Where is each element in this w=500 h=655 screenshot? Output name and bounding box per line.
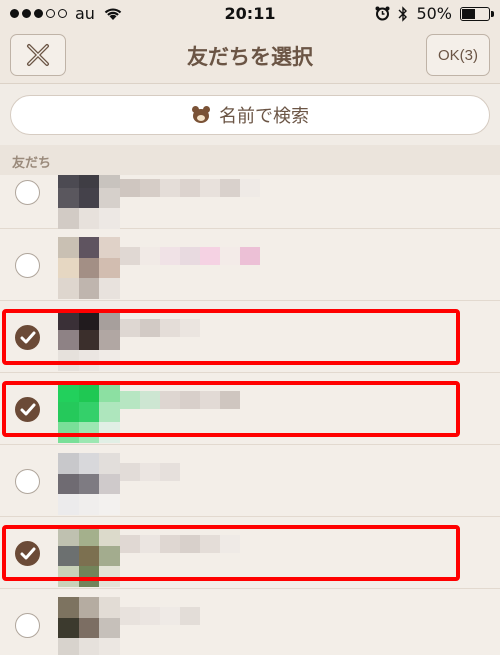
checked-radio-icon[interactable]: [15, 325, 40, 350]
friend-name-blurred: [120, 319, 200, 355]
friend-row[interactable]: [0, 517, 500, 589]
friend-name-blurred: [120, 179, 260, 215]
bluetooth-icon: [398, 5, 408, 22]
friend-name-blurred: [120, 463, 180, 499]
battery-icon: [460, 6, 494, 21]
friend-name-blurred: [120, 607, 200, 643]
friend-avatar: [58, 309, 120, 371]
friend-row[interactable]: [0, 229, 500, 301]
status-bar: au 20:11 50%: [0, 0, 500, 28]
alarm-clock-icon: [375, 6, 390, 21]
friend-avatar: [58, 525, 120, 587]
friend-avatar: [58, 175, 120, 229]
friend-list[interactable]: [0, 175, 500, 655]
friend-avatar: [58, 237, 120, 299]
unchecked-radio-icon[interactable]: [15, 613, 40, 638]
unchecked-radio-icon[interactable]: [15, 180, 40, 205]
friend-row[interactable]: [0, 175, 500, 229]
search-input[interactable]: 名前で検索: [10, 95, 490, 135]
search-area: 名前で検索: [0, 85, 500, 145]
friend-row[interactable]: [0, 301, 500, 373]
friend-avatar: [58, 453, 120, 515]
friend-row[interactable]: [0, 445, 500, 517]
unchecked-radio-icon[interactable]: [15, 253, 40, 278]
ok-button[interactable]: OK(3): [426, 34, 490, 76]
friend-name-blurred: [120, 391, 240, 427]
checked-radio-icon[interactable]: [15, 397, 40, 422]
friend-avatar: [58, 597, 120, 655]
bear-icon: [191, 106, 211, 124]
navigation-bar: 友だちを選択 OK(3): [0, 28, 500, 84]
checked-radio-icon[interactable]: [15, 541, 40, 566]
unchecked-radio-icon[interactable]: [15, 469, 40, 494]
friend-row[interactable]: [0, 373, 500, 445]
friend-name-blurred: [120, 535, 240, 571]
friend-name-blurred: [120, 247, 260, 283]
friend-avatar: [58, 381, 120, 443]
page-title: 友だちを選択: [187, 45, 313, 69]
section-header-friends: 友だち: [0, 145, 500, 175]
friend-row[interactable]: [0, 589, 500, 655]
search-placeholder: 名前で検索: [219, 106, 309, 127]
battery-percent: 50%: [416, 4, 452, 23]
